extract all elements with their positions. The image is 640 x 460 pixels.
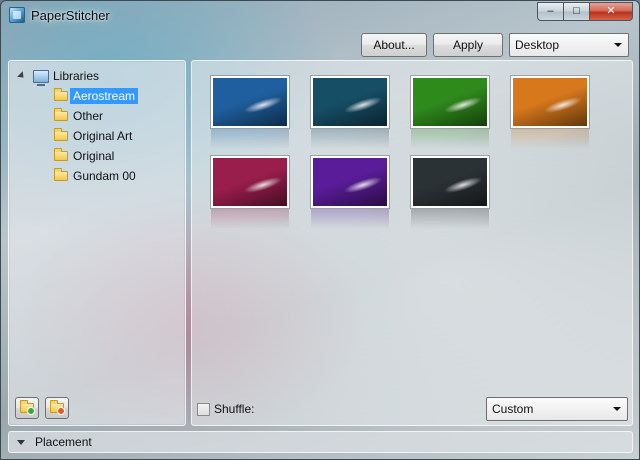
tree-item-label: Other (73, 109, 104, 123)
target-select[interactable]: Desktop (509, 33, 629, 57)
folder-icon (54, 168, 68, 181)
close-button[interactable]: ✕ (589, 2, 633, 21)
tree-root-label: Libraries (53, 69, 100, 83)
tree-item-label: Gundam 00 (73, 169, 136, 183)
window-title: PaperStitcher (31, 8, 110, 23)
title-bar[interactable]: PaperStitcher – □ ✕ (1, 1, 639, 31)
wallpaper-thumbnail[interactable] (211, 76, 289, 128)
target-select-value: Desktop (515, 38, 560, 52)
shuffle-option[interactable]: Shuffle: (197, 402, 254, 416)
placement-expander[interactable]: Placement (8, 431, 633, 453)
folder-icon (54, 128, 68, 141)
tree-expander-icon[interactable] (17, 70, 27, 80)
remove-folder-button[interactable] (45, 397, 69, 419)
library-tree-pane: Libraries Aerostream Other Original Art … (8, 60, 186, 426)
wallpaper-thumbnail[interactable] (411, 76, 489, 128)
add-folder-button[interactable] (15, 397, 39, 419)
tree-item-original[interactable]: Original (54, 146, 184, 166)
minimize-button[interactable]: – (537, 2, 563, 21)
chevron-down-icon[interactable] (17, 439, 25, 445)
tree-item-original-art[interactable]: Original Art (54, 126, 184, 146)
thumbnail-reflection (311, 129, 389, 149)
thumbnail-reflection (411, 129, 489, 149)
wallpaper-thumbnail[interactable] (511, 76, 589, 128)
thumbnail-item[interactable] (211, 156, 289, 229)
apply-button[interactable]: Apply (433, 33, 503, 57)
about-button[interactable]: About... (361, 33, 427, 57)
tree-item-label: Original Art (73, 129, 133, 143)
tree-item-aerostream[interactable]: Aerostream (54, 86, 184, 106)
folder-icon (54, 148, 68, 161)
placement-label: Placement (35, 435, 92, 449)
thumbnail-reflection (211, 129, 289, 149)
thumbnail-item[interactable] (311, 156, 389, 229)
minus-badge-icon (57, 407, 65, 415)
shuffle-checkbox[interactable] (197, 402, 210, 416)
tree-children: Aerostream Other Original Art Original G… (54, 86, 184, 186)
tree-item-label: Original (73, 149, 115, 163)
wallpaper-thumbnail[interactable] (311, 156, 389, 208)
tree-item-gundam-00[interactable]: Gundam 00 (54, 166, 184, 186)
thumbnail-item[interactable] (411, 156, 489, 229)
wallpaper-thumbnail[interactable] (411, 156, 489, 208)
thumbnail-item[interactable] (511, 76, 589, 149)
thumbnail-item[interactable] (311, 76, 389, 149)
thumbnail-reflection (411, 209, 489, 229)
folder-icon (54, 88, 68, 101)
shuffle-label: Shuffle: (214, 402, 255, 416)
app-window: PaperStitcher – □ ✕ About... Apply Deskt… (0, 0, 640, 460)
thumbnail-item[interactable] (411, 76, 489, 149)
wallpaper-thumbnail[interactable] (311, 76, 389, 128)
maximize-button[interactable]: □ (563, 2, 589, 21)
mode-select-value: Custom (492, 402, 534, 416)
thumbnail-reflection (211, 209, 289, 229)
chevron-down-icon (614, 43, 622, 47)
wallpaper-gallery: Shuffle: Custom (191, 60, 633, 426)
tree-item-label: Aerostream (70, 88, 139, 104)
thumbnail-reflection (311, 209, 389, 229)
mode-select[interactable]: Custom (486, 397, 628, 421)
folder-icon (54, 108, 68, 121)
app-icon[interactable] (9, 7, 25, 23)
chevron-down-icon (613, 407, 621, 411)
thumbnail-item[interactable] (211, 76, 289, 149)
toolbar: About... Apply Desktop (361, 33, 629, 57)
libraries-icon (33, 69, 49, 86)
plus-badge-icon (27, 407, 35, 415)
tree-item-other[interactable]: Other (54, 106, 184, 126)
wallpaper-thumbnail[interactable] (211, 156, 289, 208)
thumbnail-reflection (511, 129, 589, 149)
caption-buttons: – □ ✕ (537, 2, 633, 22)
library-actions (15, 397, 69, 419)
tree-root-libraries[interactable]: Libraries (17, 67, 100, 86)
